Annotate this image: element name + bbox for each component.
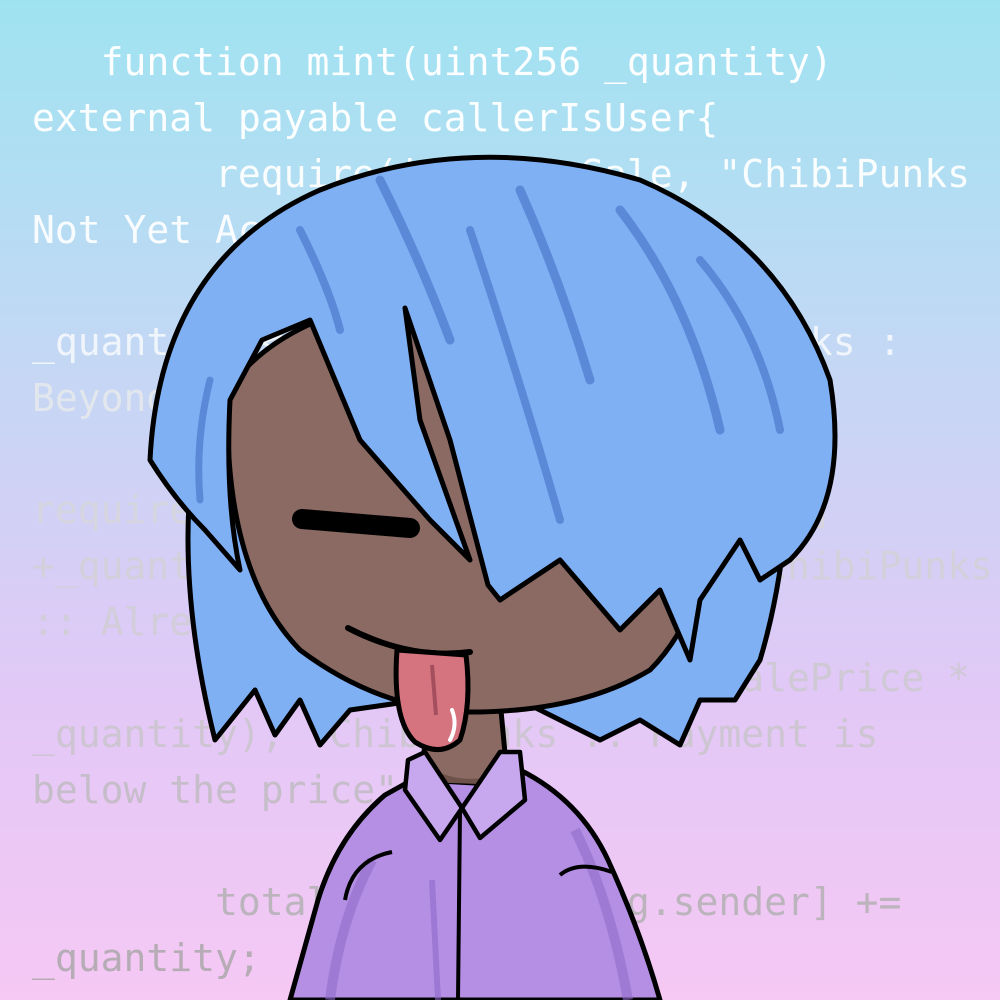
chibi-character	[147, 154, 838, 1000]
tongue	[393, 647, 471, 752]
closed-eye	[292, 509, 420, 538]
nft-artwork: function mint(uint256 _quantity) externa…	[0, 0, 1000, 1000]
